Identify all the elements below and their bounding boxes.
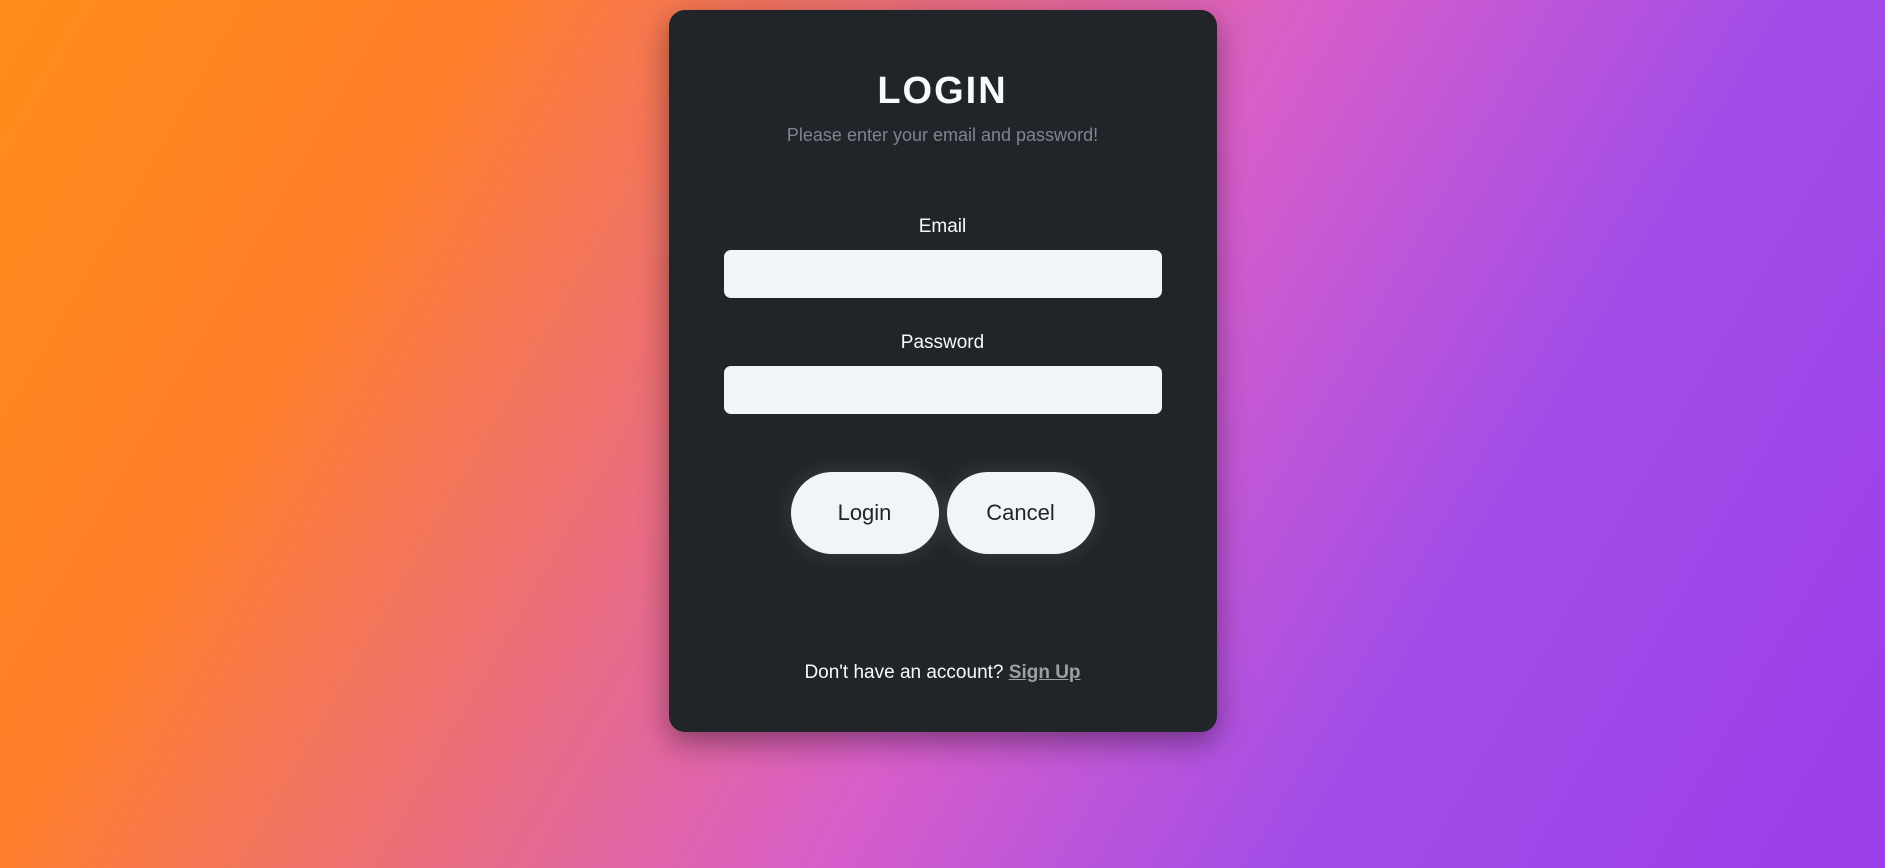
login-title: LOGIN bbox=[877, 70, 1007, 113]
button-row: Login Cancel bbox=[791, 472, 1095, 554]
cancel-button[interactable]: Cancel bbox=[947, 472, 1095, 554]
login-subtitle: Please enter your email and password! bbox=[787, 125, 1098, 146]
password-label: Password bbox=[901, 332, 984, 354]
email-label: Email bbox=[919, 216, 967, 238]
password-input[interactable] bbox=[724, 366, 1162, 414]
signup-link[interactable]: Sign Up bbox=[1009, 662, 1081, 683]
email-input[interactable] bbox=[724, 250, 1162, 298]
footer-text: Don't have an account? bbox=[804, 662, 1008, 683]
signup-prompt: Don't have an account? Sign Up bbox=[804, 662, 1080, 684]
login-button[interactable]: Login bbox=[791, 472, 939, 554]
login-card: LOGIN Please enter your email and passwo… bbox=[669, 10, 1217, 732]
